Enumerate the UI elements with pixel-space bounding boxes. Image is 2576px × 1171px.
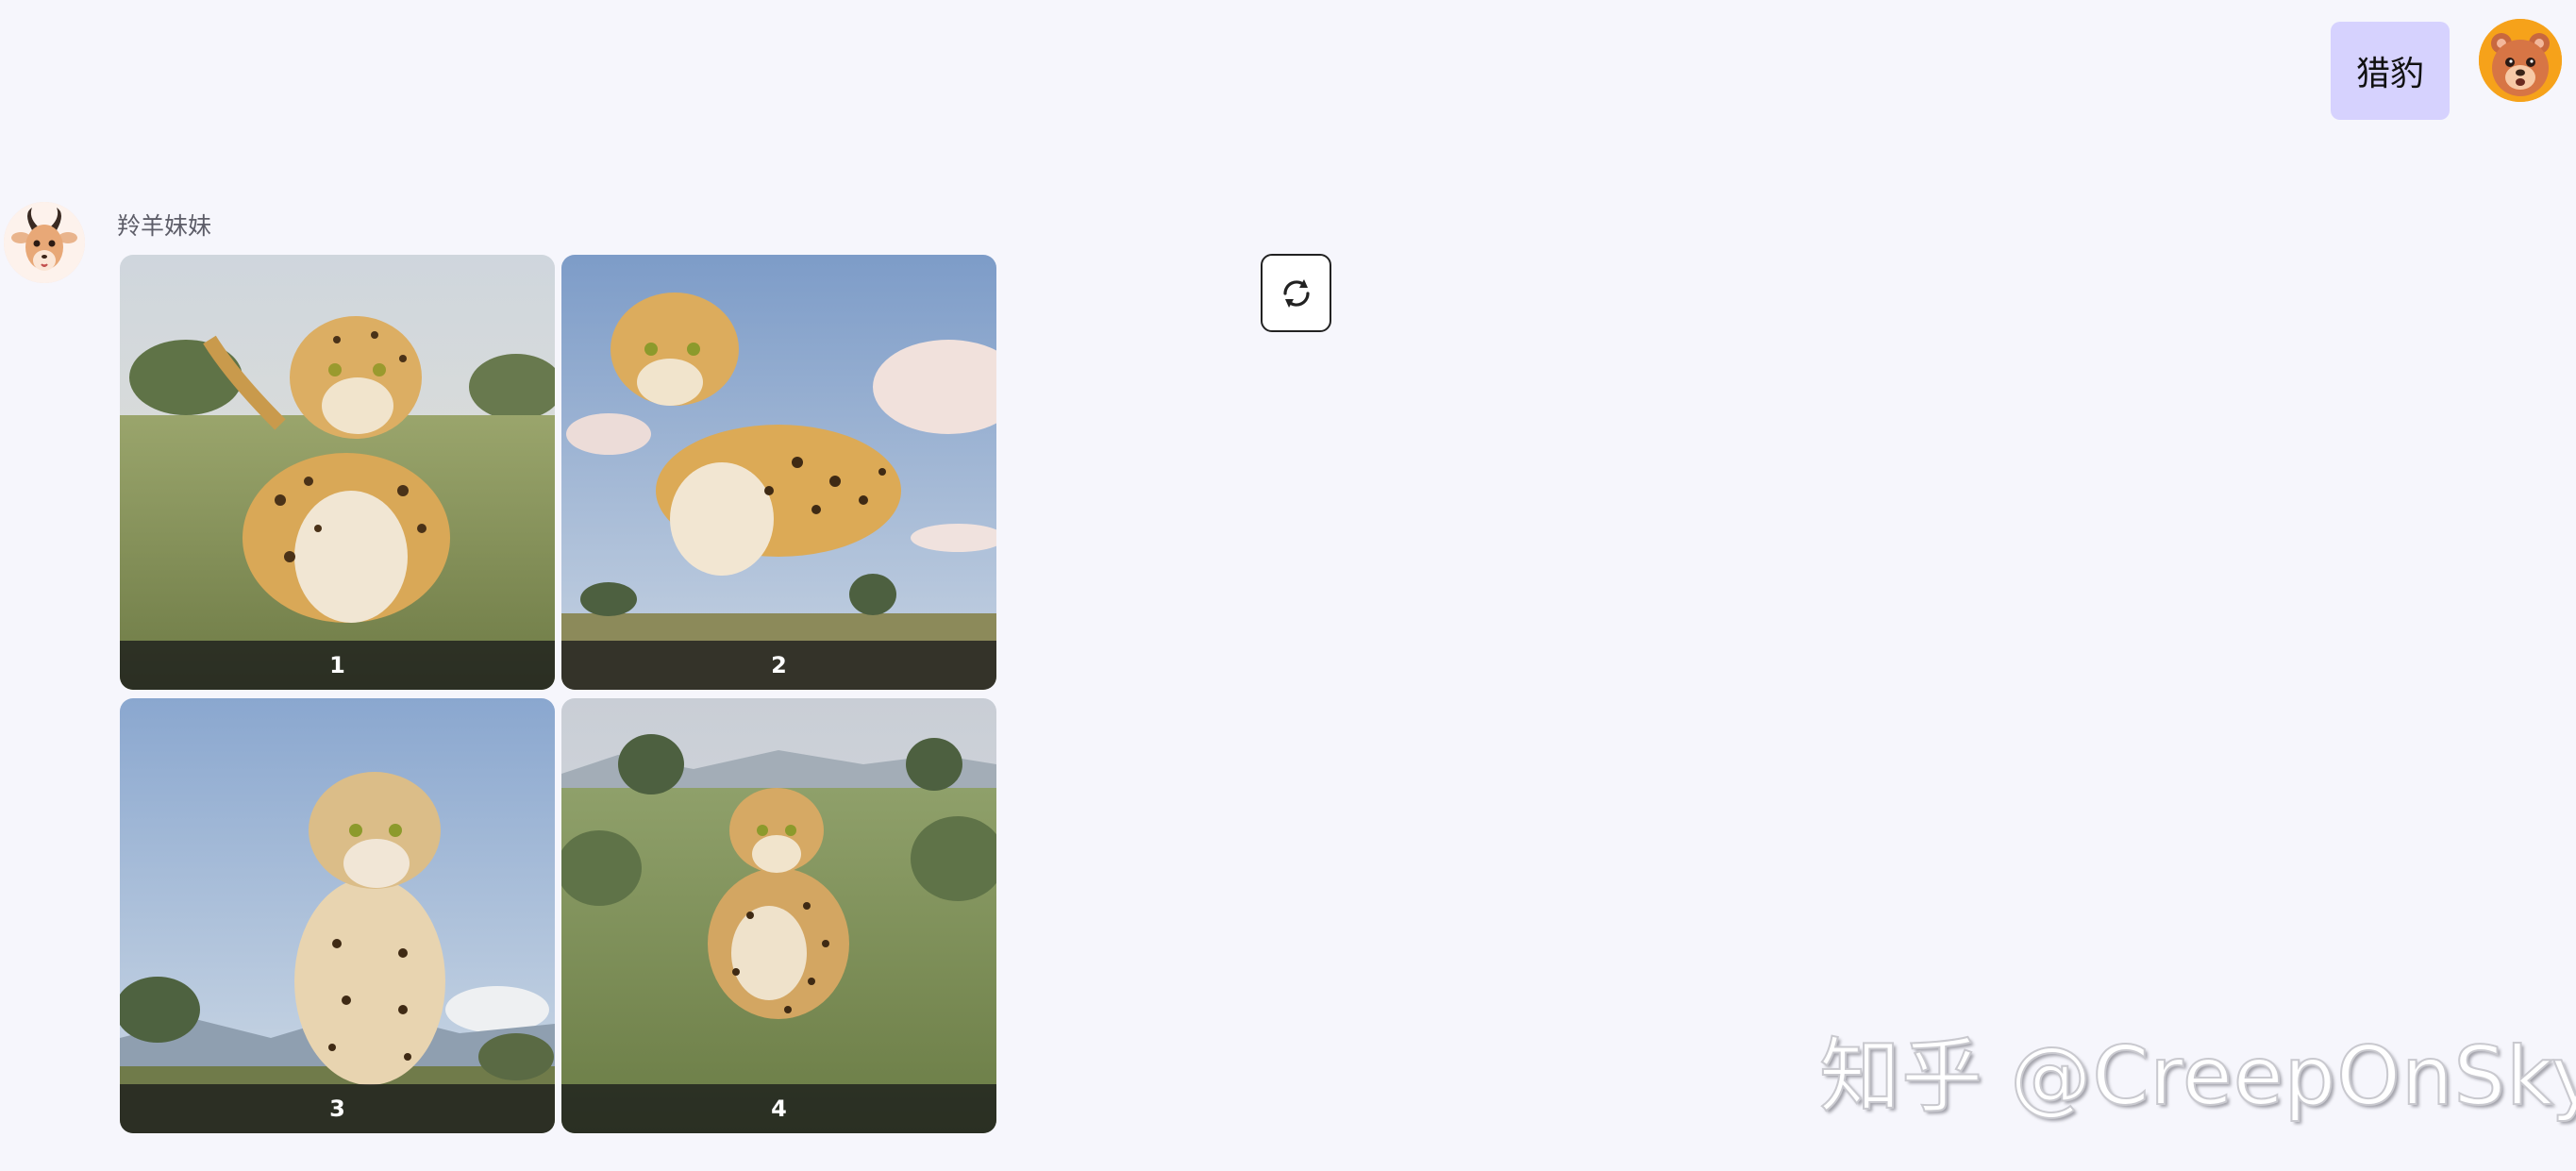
- generated-image-grid: 1 2 3 4: [120, 255, 996, 1133]
- generated-image-3[interactable]: 3: [120, 698, 555, 1133]
- image-number-label: 2: [561, 641, 996, 690]
- image-number-label: 3: [120, 1084, 555, 1133]
- bear-avatar-icon: [2479, 19, 2562, 102]
- user-avatar[interactable]: [2479, 19, 2562, 102]
- image-number-label: 4: [561, 1084, 996, 1133]
- refresh-icon: [1282, 278, 1310, 308]
- generated-image-2[interactable]: 2: [561, 255, 996, 690]
- image-number-label: 1: [120, 641, 555, 690]
- cheetah-image: [120, 255, 555, 690]
- cheetah-image: [561, 255, 996, 690]
- antelope-avatar-icon: [4, 202, 85, 283]
- user-message-text: 猎豹: [2355, 55, 2424, 93]
- generated-image-1[interactable]: 1: [120, 255, 555, 690]
- bot-avatar[interactable]: [4, 202, 85, 283]
- watermark: 知乎 @CreepOnSky: [1818, 1029, 2576, 1125]
- user-message-bubble: 猎豹: [2331, 22, 2450, 120]
- cheetah-image: [120, 698, 555, 1133]
- regenerate-button[interactable]: [1261, 254, 1331, 332]
- cheetah-image: [561, 698, 996, 1133]
- generated-image-4[interactable]: 4: [561, 698, 996, 1133]
- bot-sender-name: 羚羊妹妹: [117, 212, 212, 240]
